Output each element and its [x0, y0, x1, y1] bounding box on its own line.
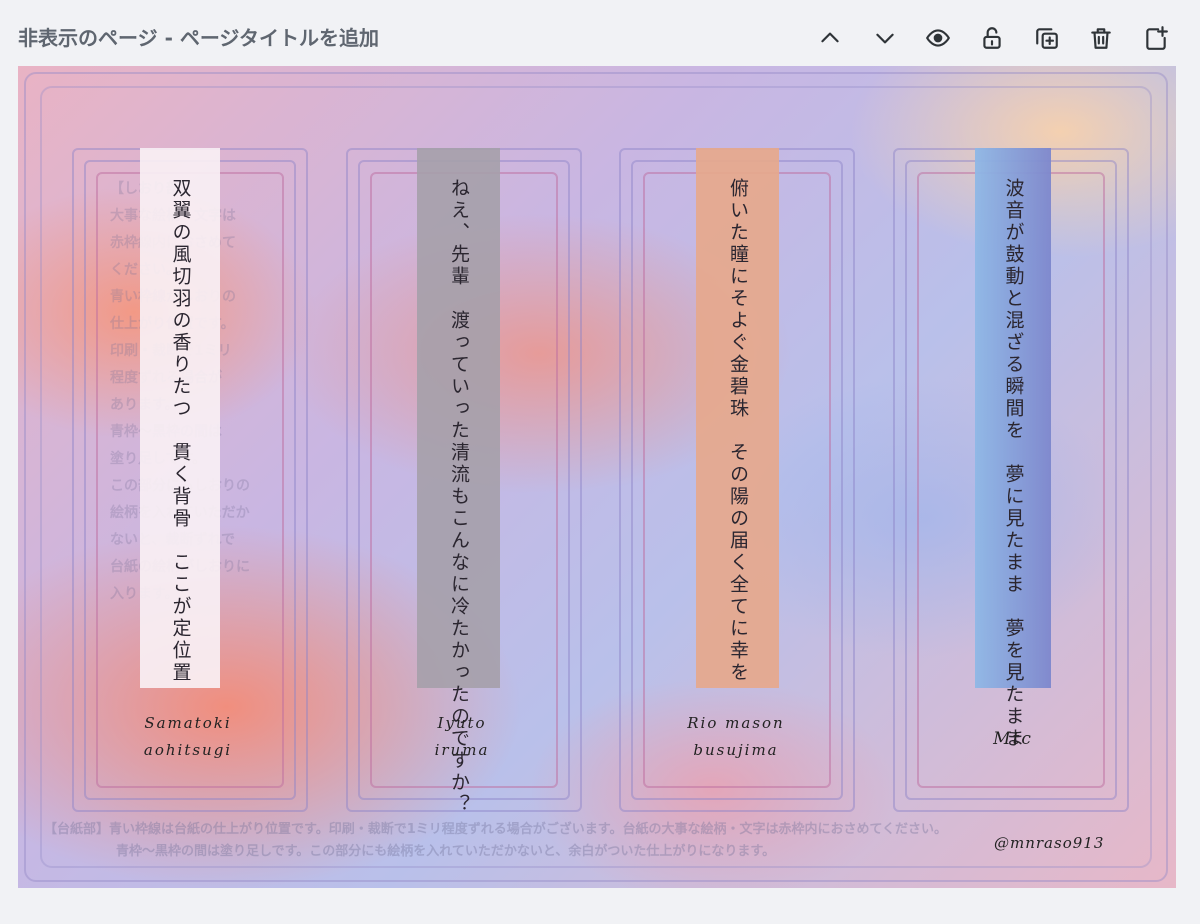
move-page-down-button[interactable]	[863, 14, 907, 62]
bookmark-strip-1[interactable]: 双翼の風切羽の香りたつ 貫く背骨 ここが定位置	[140, 148, 220, 688]
bookmark-strip-3[interactable]: 俯いた瞳にそよぐ金碧珠 その陽の届く全てに幸を	[696, 148, 779, 688]
poem-text: 俯いた瞳にそよぐ金碧珠 その陽の届く全てに幸を	[727, 178, 749, 684]
chevron-up-icon	[821, 32, 839, 43]
signature: Mtc	[933, 726, 1093, 753]
signature-line-1: Samatoki	[144, 714, 232, 732]
duplicate-page-icon	[1036, 28, 1058, 49]
signature-line-1: Mtc	[993, 729, 1033, 749]
signature: Samatoki aohitsugi	[108, 710, 268, 764]
page-title[interactable]: 非表示のページ - ページタイトルを追加	[18, 22, 379, 51]
duplicate-page-button[interactable]	[1025, 14, 1069, 62]
eye-icon	[926, 29, 950, 47]
signature-line-2: iruma	[434, 741, 490, 759]
signature: Rio mason busujima	[656, 710, 816, 764]
add-page-button[interactable]	[1134, 14, 1178, 62]
bookmark-strip-2[interactable]: ねえ、先輩 渡っていった清流もこんなに冷たかったのですか？	[417, 148, 500, 816]
poem-text: 波音が鼓動と混ざる瞬間を 夢に見たまま 夢を見たまま	[1002, 178, 1025, 750]
signature-line-2: busujima	[693, 741, 779, 759]
signature-line-1: Rio mason	[687, 714, 785, 732]
bookmark-strip-4[interactable]: 波音が鼓動と混ざる瞬間を 夢に見たまま 夢を見たまま	[975, 148, 1051, 750]
signature: Iyuto iruma	[382, 710, 542, 764]
page-header: 非表示のページ - ページタイトルを追加	[0, 0, 1200, 66]
poem-text: 双翼の風切羽の香りたつ 貫く背骨 ここが定位置	[169, 178, 192, 684]
signature-line-2: aohitsugi	[143, 741, 233, 759]
show-page-button[interactable]	[916, 14, 960, 62]
unlock-page-button[interactable]	[970, 14, 1014, 62]
chevron-down-icon	[876, 33, 894, 44]
unlock-icon	[983, 27, 1001, 49]
delete-page-button[interactable]	[1079, 14, 1123, 62]
mount-guide-line-2: 青枠〜黒枠の間は塗り足しです。この部分にも絵柄を入れていただかないと、余白がつい…	[116, 844, 776, 859]
trash-icon	[1091, 28, 1111, 49]
signature-line-1: Iyuto	[437, 714, 487, 732]
add-page-icon	[1146, 26, 1168, 50]
move-page-up-button[interactable]	[808, 14, 852, 62]
design-canvas[interactable]: 【しおり部】 大事な絵柄・文字は 赤枠線内におさめて ください。 青い枠線がしお…	[18, 66, 1176, 888]
credit-handle: @mnraso913	[994, 834, 1105, 852]
mount-guide-line-1: 【台紙部】青い枠線は台紙の仕上がり位置です。印刷・裁断で1ミリ程度ずれる場合がご…	[44, 822, 948, 837]
